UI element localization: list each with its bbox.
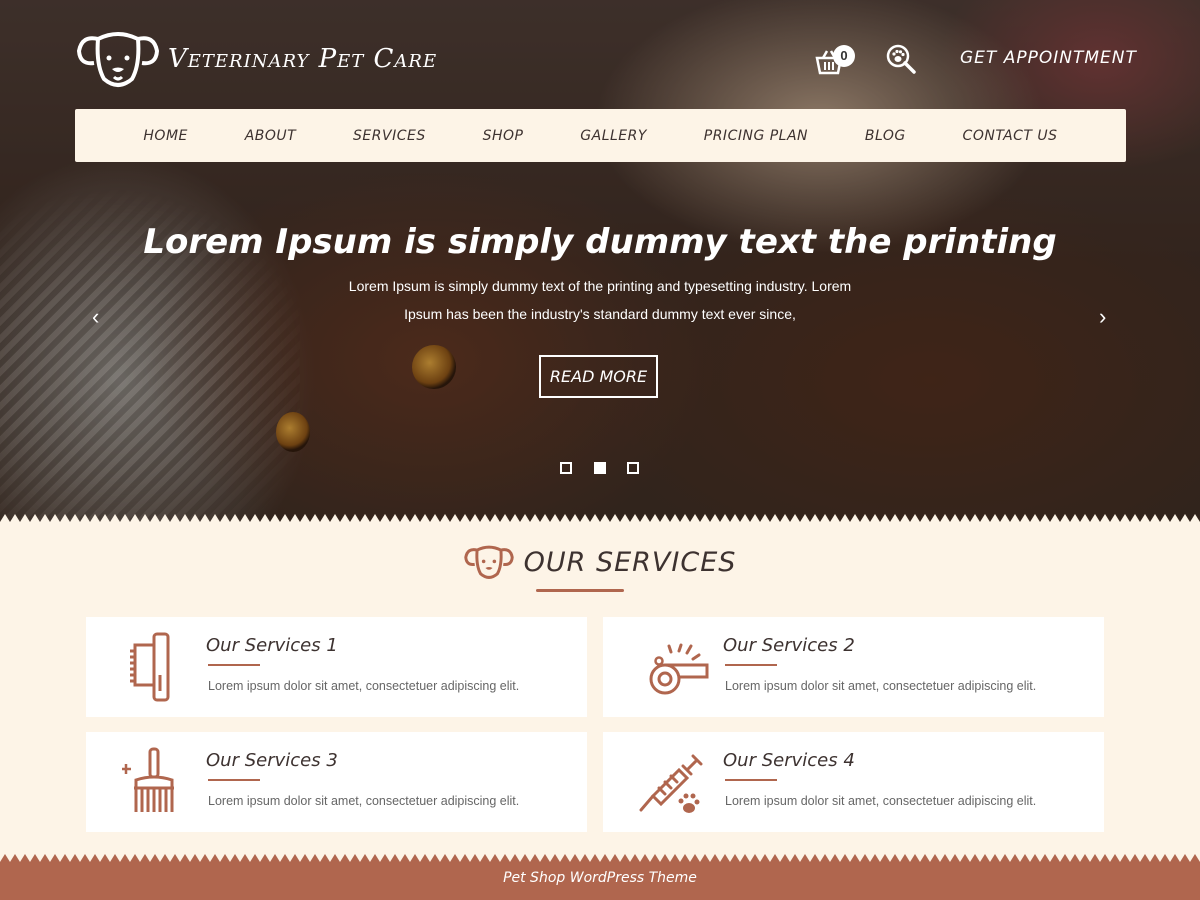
nav-item-blog[interactable]: Blog bbox=[865, 128, 906, 144]
services-title-underline bbox=[536, 589, 624, 592]
cleaning-brush-icon bbox=[122, 747, 174, 812]
get-appointment-link[interactable]: Get Appointment bbox=[960, 48, 1137, 68]
service-card-1[interactable]: Our Services 1 Lorem ipsum dolor sit ame… bbox=[86, 617, 587, 717]
service-title[interactable]: Our Services 3 bbox=[206, 750, 338, 771]
service-title-underline bbox=[208, 779, 260, 781]
service-description: Lorem ipsum dolor sit amet, consectetuer… bbox=[208, 679, 520, 693]
nav-item-services[interactable]: Services bbox=[353, 128, 426, 144]
nav-item-gallery[interactable]: Gallery bbox=[580, 128, 647, 144]
service-description: Lorem ipsum dolor sit amet, consectetuer… bbox=[725, 679, 1037, 693]
nav-item-shop[interactable]: Shop bbox=[483, 128, 524, 144]
hero-zigzag-edge bbox=[0, 514, 1200, 526]
whistle-icon bbox=[649, 643, 709, 695]
service-title[interactable]: Our Services 4 bbox=[723, 750, 855, 771]
service-title-underline bbox=[725, 779, 777, 781]
service-title[interactable]: Our Services 1 bbox=[206, 635, 338, 656]
grooming-brush-icon bbox=[130, 632, 170, 702]
slider-next-arrow-icon[interactable]: › bbox=[1099, 304, 1106, 330]
nav-item-pricing-plan[interactable]: Pricing Plan bbox=[704, 128, 808, 144]
service-description: Lorem ipsum dolor sit amet, consectetuer… bbox=[208, 794, 520, 808]
service-card-4[interactable]: Our Services 4 Lorem ipsum dolor sit ame… bbox=[603, 732, 1104, 832]
syringe-icon bbox=[639, 754, 703, 813]
slider-dot-1[interactable] bbox=[560, 462, 572, 474]
nav-item-home[interactable]: Home bbox=[143, 128, 187, 144]
service-description: Lorem ipsum dolor sit amet, consectetuer… bbox=[725, 794, 1037, 808]
cart-count-badge[interactable]: 0 bbox=[833, 45, 855, 67]
site-title[interactable]: Veterinary Pet Care bbox=[168, 44, 437, 74]
nav-item-contact-us[interactable]: Contact Us bbox=[963, 128, 1058, 144]
site-logo[interactable]: Veterinary Pet Care bbox=[76, 25, 437, 93]
paw-search-icon[interactable] bbox=[885, 43, 917, 75]
slide-title: Lorem Ipsum is simply dummy text the pri… bbox=[143, 222, 1057, 262]
services-title: Our Services bbox=[523, 546, 737, 578]
service-title-underline bbox=[208, 664, 260, 666]
slide-text: Lorem Ipsum is simply dummy text of the … bbox=[330, 272, 870, 328]
service-title[interactable]: Our Services 2 bbox=[723, 635, 855, 656]
dog-head-icon bbox=[463, 545, 514, 579]
slider-prev-arrow-icon[interactable]: ‹ bbox=[92, 304, 99, 330]
dog-head-icon bbox=[76, 32, 160, 87]
slide-text-line: Lorem Ipsum is simply dummy text of the … bbox=[348, 278, 852, 294]
footer-credit[interactable]: Pet Shop WordPress Theme bbox=[0, 862, 1200, 900]
main-navigation: Home About Services Shop Gallery Pricing… bbox=[75, 109, 1126, 162]
service-card-2[interactable]: Our Services 2 Lorem ipsum dolor sit ame… bbox=[603, 617, 1104, 717]
slider-dot-2[interactable] bbox=[594, 462, 606, 474]
services-heading: Our Services bbox=[0, 540, 1200, 584]
service-title-underline bbox=[725, 664, 777, 666]
slider-dot-3[interactable] bbox=[627, 462, 639, 474]
slide-text-line: Ipsum has been the industry's standard d… bbox=[404, 306, 796, 322]
nav-item-about[interactable]: About bbox=[245, 128, 297, 144]
service-card-3[interactable]: Our Services 3 Lorem ipsum dolor sit ame… bbox=[86, 732, 587, 832]
read-more-button[interactable]: Read More bbox=[539, 355, 658, 398]
